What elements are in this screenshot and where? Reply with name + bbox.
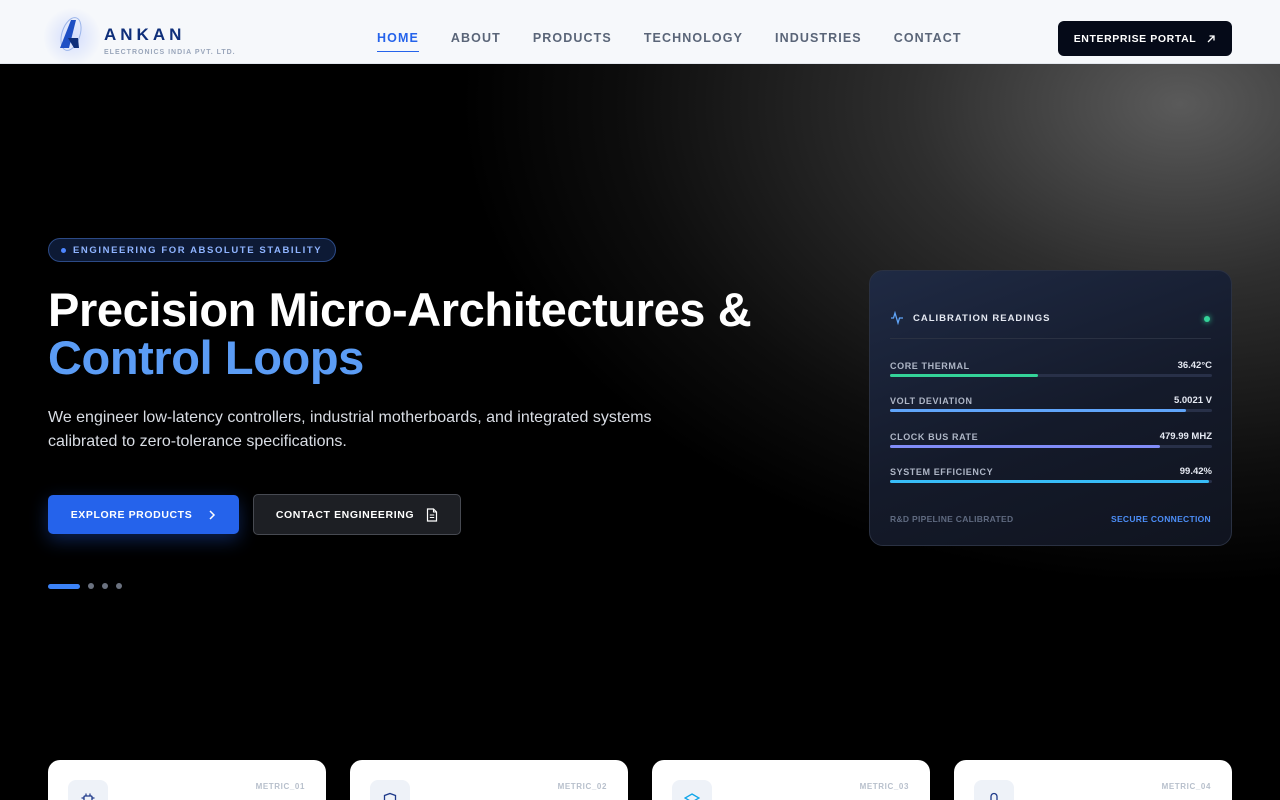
hero-title-line1: Precision Micro-Architectures & bbox=[48, 283, 752, 336]
brand-name[interactable]: ANKAN bbox=[104, 25, 185, 45]
nav-item-home[interactable]: HOME bbox=[377, 31, 419, 52]
carousel-indicators bbox=[48, 583, 122, 589]
hero-title-line2: Control Loops bbox=[48, 331, 364, 384]
enterprise-portal-button[interactable]: ENTERPRISE PORTAL bbox=[1058, 21, 1232, 56]
metric-card[interactable]: METRIC_03 bbox=[652, 760, 930, 800]
reading-row: CORE THERMAL 36.42°C bbox=[890, 360, 1212, 385]
explore-products-button[interactable]: EXPLORE PRODUCTS bbox=[48, 495, 239, 534]
reading-label: SYSTEM EFFICIENCY bbox=[890, 467, 994, 477]
carousel-dot[interactable] bbox=[116, 583, 122, 589]
nav-item-industries[interactable]: INDUSTRIES bbox=[775, 31, 862, 52]
chevron-right-icon bbox=[209, 509, 216, 520]
panel-header: CALIBRATION READINGS bbox=[890, 311, 1051, 325]
hero-badge: ENGINEERING FOR ABSOLUTE STABILITY bbox=[48, 238, 337, 262]
metric-tag: METRIC_02 bbox=[557, 782, 607, 791]
main-nav: HOME ABOUT PRODUCTS TECHNOLOGY INDUSTRIE… bbox=[377, 31, 994, 52]
nav-item-contact[interactable]: CONTACT bbox=[894, 31, 962, 52]
panel-title: CALIBRATION READINGS bbox=[913, 312, 1051, 324]
nav-item-products[interactable]: PRODUCTS bbox=[533, 31, 612, 52]
brand-subtitle: ELECTRONICS INDIA PVT. LTD. bbox=[104, 49, 236, 56]
reading-fill bbox=[890, 445, 1161, 448]
secure-connection-link[interactable]: SECURE CONNECTION bbox=[1111, 514, 1211, 524]
sensor-icon bbox=[990, 792, 998, 800]
brand-logo-icon[interactable] bbox=[54, 14, 88, 54]
hero-lead-text: We engineer low-latency controllers, ind… bbox=[48, 409, 652, 450]
reading-fill bbox=[890, 409, 1187, 412]
metric-card[interactable]: METRIC_04 bbox=[954, 760, 1232, 800]
card-icon-box bbox=[672, 780, 712, 800]
reading-value: 479.99 MHZ bbox=[1159, 431, 1212, 442]
card-icon-box bbox=[974, 780, 1014, 800]
reading-label: CLOCK BUS RATE bbox=[890, 432, 979, 442]
explore-products-label: EXPLORE PRODUCTS bbox=[70, 508, 193, 521]
reading-value: 99.42% bbox=[1179, 466, 1212, 477]
carousel-dot[interactable] bbox=[102, 583, 108, 589]
reading-track bbox=[890, 374, 1212, 377]
metric-tag: METRIC_04 bbox=[1161, 782, 1211, 791]
site-header: ANKAN ELECTRONICS INDIA PVT. LTD. HOME A… bbox=[0, 0, 1280, 68]
reading-row: VOLT DEVIATION 5.0021 V bbox=[890, 395, 1212, 420]
reading-track bbox=[890, 409, 1212, 412]
panel-divider bbox=[890, 338, 1211, 339]
reading-fill bbox=[890, 480, 1209, 483]
carousel-dot[interactable] bbox=[88, 583, 94, 589]
reading-track bbox=[890, 445, 1212, 448]
metric-tag: METRIC_03 bbox=[859, 782, 909, 791]
arrow-up-right-icon bbox=[1207, 34, 1215, 42]
reading-row: SYSTEM EFFICIENCY 99.42% bbox=[890, 466, 1212, 491]
metric-tag: METRIC_01 bbox=[255, 782, 305, 791]
shield-icon bbox=[383, 792, 397, 800]
metric-card[interactable]: METRIC_01 bbox=[48, 760, 326, 800]
card-icon-box bbox=[370, 780, 410, 800]
carousel-dot[interactable] bbox=[48, 583, 80, 589]
enterprise-portal-label: ENTERPRISE PORTAL bbox=[1073, 32, 1197, 45]
metric-card[interactable]: METRIC_02 bbox=[350, 760, 628, 800]
reading-value: 5.0021 V bbox=[1173, 395, 1212, 406]
reading-fill bbox=[890, 374, 1039, 377]
nav-item-technology[interactable]: TECHNOLOGY bbox=[644, 31, 743, 52]
reading-track bbox=[890, 480, 1212, 483]
status-indicator bbox=[1204, 316, 1210, 322]
reading-row: CLOCK BUS RATE 479.99 MHZ bbox=[890, 431, 1212, 456]
cpu-icon bbox=[81, 793, 95, 800]
activity-icon bbox=[891, 311, 903, 325]
pipeline-status: R&D PIPELINE CALIBRATED bbox=[890, 514, 1014, 524]
badge-dot-icon bbox=[61, 247, 66, 253]
layers-icon bbox=[684, 793, 700, 800]
hero-badge-label: ENGINEERING FOR ABSOLUTE STABILITY bbox=[73, 244, 323, 256]
card-icon-box bbox=[68, 780, 108, 800]
contact-engineering-label: CONTACT ENGINEERING bbox=[275, 508, 415, 521]
reading-value: 36.42°C bbox=[1177, 360, 1212, 371]
calibration-panel: CALIBRATION READINGS CORE THERMAL 36.42°… bbox=[869, 270, 1232, 546]
hero-section: ENGINEERING FOR ABSOLUTE STABILITY Preci… bbox=[0, 64, 1280, 800]
reading-label: VOLT DEVIATION bbox=[890, 396, 973, 406]
reading-label: CORE THERMAL bbox=[890, 361, 970, 371]
document-icon bbox=[427, 507, 438, 522]
contact-engineering-button[interactable]: CONTACT ENGINEERING bbox=[253, 494, 461, 535]
nav-item-about[interactable]: ABOUT bbox=[451, 31, 501, 52]
